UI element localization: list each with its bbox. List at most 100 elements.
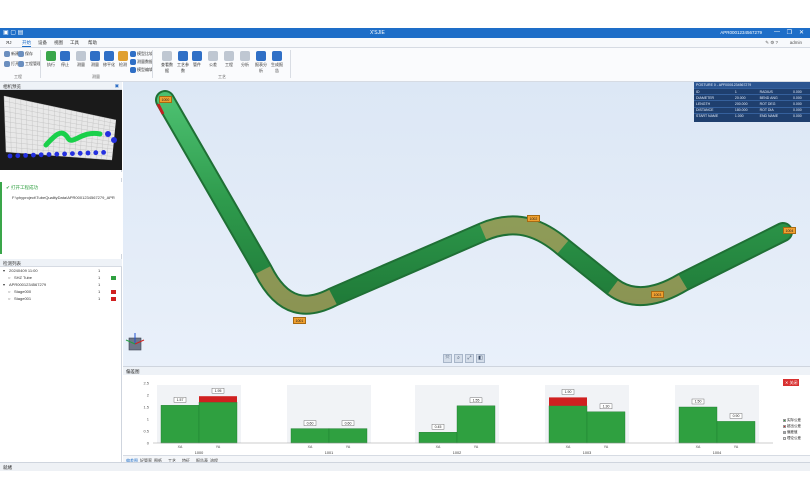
view-fit-icon[interactable]: ⤢ (465, 354, 474, 363)
report-button-label: 报表分析 (255, 62, 267, 73)
model-edit-button[interactable]: 模型编辑 (130, 67, 153, 73)
label-1001[interactable]: 1001 (293, 317, 306, 324)
tab-help[interactable]: 帮助 (88, 40, 97, 46)
view-data-button-label: 查看数据 (161, 62, 173, 73)
tube-icon (192, 51, 202, 61)
ribbon-separator (40, 50, 41, 78)
open-icon (4, 61, 10, 67)
tree-item[interactable]: ▾ APR0001234567279 1 (0, 282, 122, 289)
bar-label: XA (308, 445, 313, 449)
tree-item-count: 1 (98, 275, 101, 280)
run-button-label: 执行 (47, 62, 55, 67)
preview-marker (31, 152, 36, 158)
label-1000[interactable]: 1000 (159, 96, 172, 103)
camera-preview-image (3, 95, 117, 161)
data-label: 0.90 (733, 414, 740, 418)
tree-item[interactable]: ○ SHZ Tube 1 (0, 275, 122, 282)
fit-button-label: 测量 (91, 62, 99, 67)
tab-tools[interactable]: 工具 (70, 40, 79, 46)
bar-label: YA (604, 445, 609, 449)
project-button[interactable]: 工程 (222, 51, 236, 68)
stop-button[interactable]: 停止 (58, 51, 72, 68)
view-data-button[interactable]: 查看数据 (160, 51, 174, 74)
preview-marker (105, 131, 111, 137)
minimize-button[interactable]: — (774, 29, 780, 35)
toolbar-icons-right[interactable]: ✎ ⚙ ? (765, 40, 778, 46)
maximize-button[interactable]: ❐ (787, 29, 792, 36)
bar-label: XA (566, 445, 571, 449)
generate-report-button[interactable]: 生成报告 (270, 51, 284, 74)
check-button[interactable]: 检测 (116, 51, 130, 68)
y-tick-label: 2.5 (143, 381, 149, 386)
bar-in-tolerance (328, 428, 368, 444)
bar-label: XA (436, 445, 441, 449)
tab-start[interactable]: 开始 (22, 40, 31, 47)
view-zoom-icon[interactable]: ⌕ (454, 354, 463, 363)
deviation-chart[interactable]: 2.521.510.501.57XA1.95YA10000.60XA0.60YA… (123, 375, 810, 455)
3d-viewport[interactable]: 1000 1001 1002 1003 1004 POSTURE 0 - APR… (123, 82, 810, 366)
tube-model[interactable] (123, 82, 810, 366)
fit-button[interactable]: 测量 (88, 51, 102, 68)
smooth-icon (104, 51, 114, 61)
camera-icon[interactable]: ▣ (115, 83, 119, 89)
expand-icon[interactable]: ○ (8, 275, 10, 280)
measure-data-button[interactable]: 测量数据 (130, 59, 153, 65)
quick-access-icons[interactable]: ▣ ▢ ▤ (3, 29, 23, 36)
tab-view[interactable]: 视图 (54, 40, 63, 46)
report-button[interactable]: 报表分析 (254, 51, 268, 74)
smooth-button[interactable]: 修平化 (102, 51, 116, 68)
user-admin[interactable]: admin (790, 40, 802, 45)
tab-device[interactable]: 设备 (38, 40, 47, 46)
inspection-tree: ▾ 20240409 11:00 1 ○ SHZ Tube 1 ▾ APR0001234567… (0, 268, 122, 328)
process-params-button[interactable]: 工艺参数 (176, 51, 190, 74)
preview-marker (101, 150, 106, 155)
info-grid: ID 1 RADIUS 0.000 DIAMETER 20.000 BEND ANG 0.00… (694, 87, 810, 119)
analyze-button[interactable]: 分析 (238, 51, 252, 68)
expand-icon[interactable]: ○ (8, 296, 10, 301)
flag-icon (111, 276, 116, 280)
tree-item[interactable]: ▾ 20240409 11:00 1 (0, 268, 122, 275)
open-button[interactable]: 打开 (4, 61, 19, 67)
tree-item-count: 1 (98, 268, 101, 273)
label-1003[interactable]: 1003 (651, 291, 664, 298)
process-manage-button[interactable]: 工程管理 (18, 61, 41, 67)
measure-button[interactable]: 测量 (74, 51, 88, 68)
data-label: 1.55 (473, 399, 480, 403)
axis-gizmo[interactable] (125, 333, 145, 351)
new-button[interactable]: 新建 (4, 51, 19, 57)
preview-marker (15, 153, 21, 159)
legend-label: 实际公差 (787, 417, 801, 422)
tree-item[interactable]: ○ Stage001 1 (0, 296, 122, 303)
bar-over-tolerance (549, 397, 587, 406)
model-compare-button[interactable]: 模型比较 (130, 51, 153, 57)
tube-button-label: 管件 (193, 62, 201, 67)
expand-icon[interactable]: ▾ (3, 268, 5, 273)
bar-in-tolerance (290, 428, 330, 444)
close-button[interactable]: ✕ (799, 29, 804, 36)
message-path: F:\phyproject\TubeQualityData\APR0001234… (12, 195, 115, 200)
label-1002[interactable]: 1002 (527, 215, 540, 222)
data-label: 0.60 (307, 421, 314, 425)
run-button[interactable]: 执行 (44, 51, 58, 68)
process-manage-button-label: 工程管理 (25, 61, 41, 66)
tube-button[interactable]: 管件 (190, 51, 204, 68)
view-mode-icon[interactable]: ◧ (476, 354, 485, 363)
expand-icon[interactable]: ○ (8, 289, 10, 294)
model-edit-button-label: 模型编辑 (137, 67, 153, 72)
view-pan-icon[interactable]: ⤧ (443, 354, 452, 363)
data-label: 1.95 (215, 389, 222, 393)
tree-item[interactable]: ○ Stage000 1 (0, 289, 122, 296)
label-1004[interactable]: 1004 (783, 227, 796, 234)
preview-marker (85, 150, 91, 156)
group-measure-label: 测量 (92, 74, 100, 79)
group-project-label: 工程 (14, 74, 22, 79)
message-panel: ✔ 打开工程成功 F:\phyproject\TubeQualityData\A… (0, 182, 122, 254)
analyze-button-label: 分析 (241, 62, 249, 67)
expand-icon[interactable]: ▾ (3, 282, 5, 287)
stop-button-label: 停止 (61, 62, 69, 67)
measure-button-label: 测量 (77, 62, 85, 67)
tab-file[interactable]: ЯJ (6, 40, 12, 45)
save-button[interactable]: 保存 (18, 51, 33, 57)
measure-data-icon (130, 59, 136, 65)
tolerance-button[interactable]: 公差 (206, 51, 220, 68)
